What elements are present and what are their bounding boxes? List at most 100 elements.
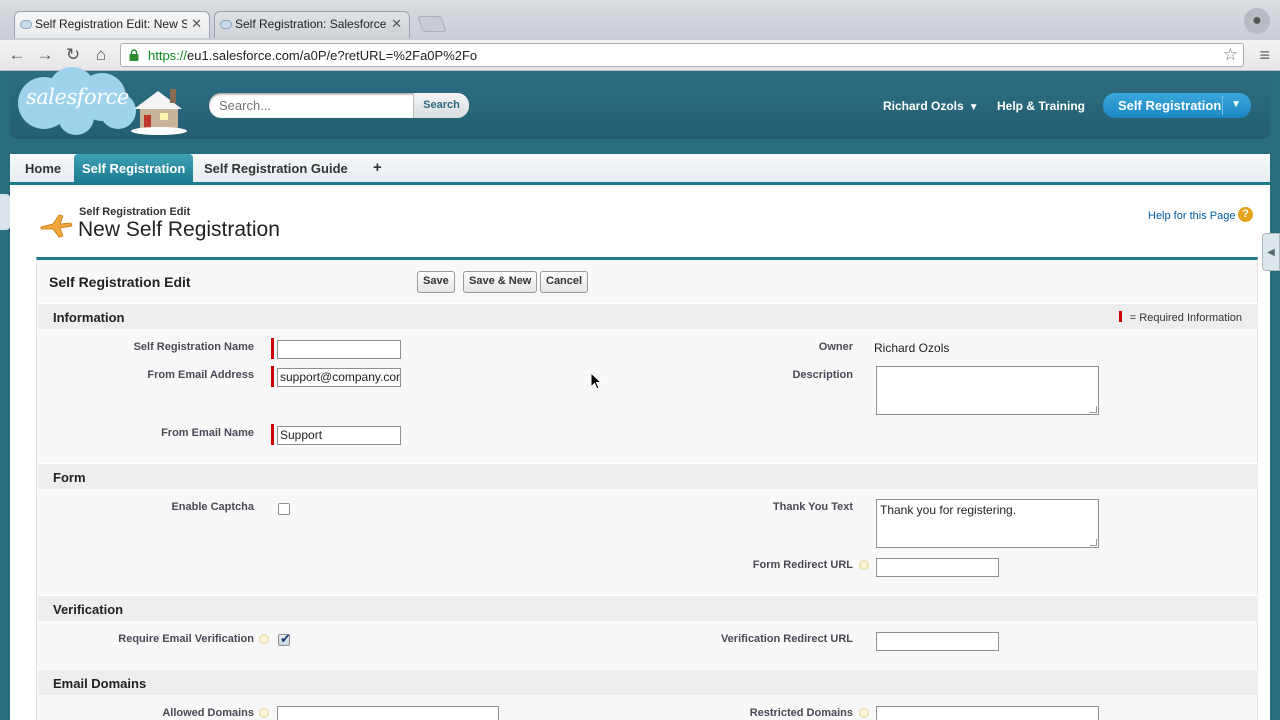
custom-object-plane-icon [40,214,73,238]
thank-you-text-textarea[interactable]: Thank you for registering. [876,499,1099,548]
close-tab-icon[interactable]: ✕ [187,16,202,32]
app-tab-bar: Home Self Registration Self Registration… [10,154,1270,185]
help-question-icon[interactable]: ? [1238,207,1253,222]
lock-icon [129,49,139,61]
info-icon[interactable] [859,560,869,570]
reload-icon[interactable]: ↻ [62,44,84,66]
label-thank-you-text: Thank You Text [772,501,853,513]
require-email-verification-checkbox[interactable] [278,631,291,647]
salesforce-favicon-icon [220,20,232,29]
info-icon[interactable] [859,708,869,718]
browser-tab-title: Self Registration Edit: New Se [35,17,196,31]
edit-block: Self Registration Edit Save Save & New C… [36,257,1258,720]
browser-tab-strip: Self Registration Edit: New Se ✕ Self Re… [0,0,1280,40]
section-header-verification: Verification [38,595,1258,621]
label-self-registration-name: Self Registration Name [133,341,254,353]
label-verification-redirect-url: Verification Redirect URL [720,633,853,645]
close-tab-icon[interactable]: ✕ [387,16,402,32]
verification-redirect-url-input[interactable] [876,632,999,651]
block-title: Self Registration Edit [49,274,191,290]
winter-house-icon [131,89,187,135]
address-bar[interactable]: https://eu1.salesforce.com/a0P/e?retURL=… [120,43,1244,67]
label-from-email-name: From Email Name [161,427,254,439]
required-marker [1118,311,1122,322]
incognito-icon: ● [1244,8,1270,34]
enable-captcha-checkbox[interactable] [278,503,290,515]
all-tabs-plus-icon[interactable]: + [365,154,390,182]
description-textarea[interactable] [876,366,1099,415]
label-from-email-address: From Email Address [147,369,254,381]
label-description: Description [792,369,853,381]
cancel-button[interactable]: Cancel [540,271,589,293]
browser-tab-title: Self Registration: Salesforce E [235,17,398,31]
required-marker [271,424,274,445]
required-legend: = Required Information [1118,311,1242,324]
help-for-page-link[interactable]: Help for this Page [1148,210,1235,222]
info-icon[interactable] [259,634,269,644]
section-header-form: Form [38,463,1258,489]
user-name: Richard Ozols [883,99,964,113]
browser-menu-icon[interactable]: ≡ [1259,45,1270,66]
section-title: Verification [53,602,124,617]
chevron-down-icon: ▼ [1231,99,1241,110]
form-redirect-url-input[interactable] [876,558,999,577]
label-form-redirect-url: Form Redirect URL [752,559,853,571]
forward-icon[interactable]: → [34,44,56,66]
collapse-panel-arrow-icon[interactable]: ◀ [1262,233,1280,271]
browser-toolbar: ← → ↻ ⌂ https://eu1.salesforce.com/a0P/e… [0,40,1280,71]
app-switcher-button[interactable]: Self Registration ▼ [1103,93,1251,118]
sidebar-toggle-handle[interactable] [0,194,10,230]
main-content: Self Registration Edit New Self Registra… [10,185,1270,720]
required-legend-text: = Required Information [1129,312,1242,324]
required-marker [271,366,274,387]
resize-grip-icon[interactable] [1090,406,1097,413]
from-email-name-input[interactable]: Support [277,426,401,445]
app-switcher-label: Self Registration [1118,98,1222,113]
browser-tab-inactive[interactable]: Self Registration: Salesforce E ✕ [214,11,410,38]
section-title: Form [53,470,86,485]
search-input[interactable] [219,98,409,113]
app-header: salesforce Search Richard Ozols ▼ Help & … [10,67,1270,139]
thank-you-text: Thank you for registering. [880,503,1017,517]
section-title: Information [53,310,125,325]
label-enable-captcha: Enable Captcha [171,501,254,513]
restricted-domains-textarea[interactable] [876,706,1099,720]
salesforce-favicon-icon [20,20,32,29]
help-training-link[interactable]: Help & Training [997,99,1085,113]
search-button[interactable]: Search [413,93,469,118]
required-marker [271,338,274,359]
url-scheme: https:// [148,48,188,63]
url-text: eu1.salesforce.com/a0P/e?retURL=%2Fa0P%2… [187,48,478,63]
from-email-address-input[interactable]: support@company.com [277,368,401,387]
info-icon[interactable] [259,708,269,718]
back-icon[interactable]: ← [6,44,28,66]
browser-tab-active[interactable]: Self Registration Edit: New Se ✕ [14,11,210,38]
divider [1222,96,1223,115]
save-button[interactable]: Save [417,271,455,293]
section-header-information: Information = Required Information [38,303,1258,329]
owner-value[interactable]: Richard Ozols [874,341,949,355]
user-menu[interactable]: Richard Ozols ▼ [883,99,979,113]
new-tab-button[interactable] [417,16,447,32]
page-title: New Self Registration [78,218,280,241]
label-owner: Owner [818,341,853,353]
tab-self-registration[interactable]: Self Registration [74,154,194,182]
section-title: Email Domains [53,676,147,691]
global-search: Search [209,93,469,118]
salesforce-logo-text: salesforce [26,85,129,109]
save-and-new-button[interactable]: Save & New [463,271,538,293]
label-restricted-domains: Restricted Domains [749,707,853,719]
chevron-down-icon: ▼ [968,102,979,113]
resize-grip-icon[interactable] [1090,539,1097,546]
tab-self-registration-guide[interactable]: Self Registration Guide [196,154,356,182]
page-type-label: Self Registration Edit [79,206,191,218]
allowed-domains-textarea[interactable] [277,706,499,720]
home-icon[interactable]: ⌂ [90,44,112,66]
label-require-email-verification: Require Email Verification [118,633,254,645]
label-allowed-domains: Allowed Domains [162,707,254,719]
tab-home[interactable]: Home [17,154,69,182]
self-registration-name-input[interactable] [277,340,401,359]
mouse-cursor-icon [590,372,602,390]
section-header-email-domains: Email Domains [38,669,1258,695]
bookmark-star-icon[interactable]: ☆ [1223,45,1238,65]
